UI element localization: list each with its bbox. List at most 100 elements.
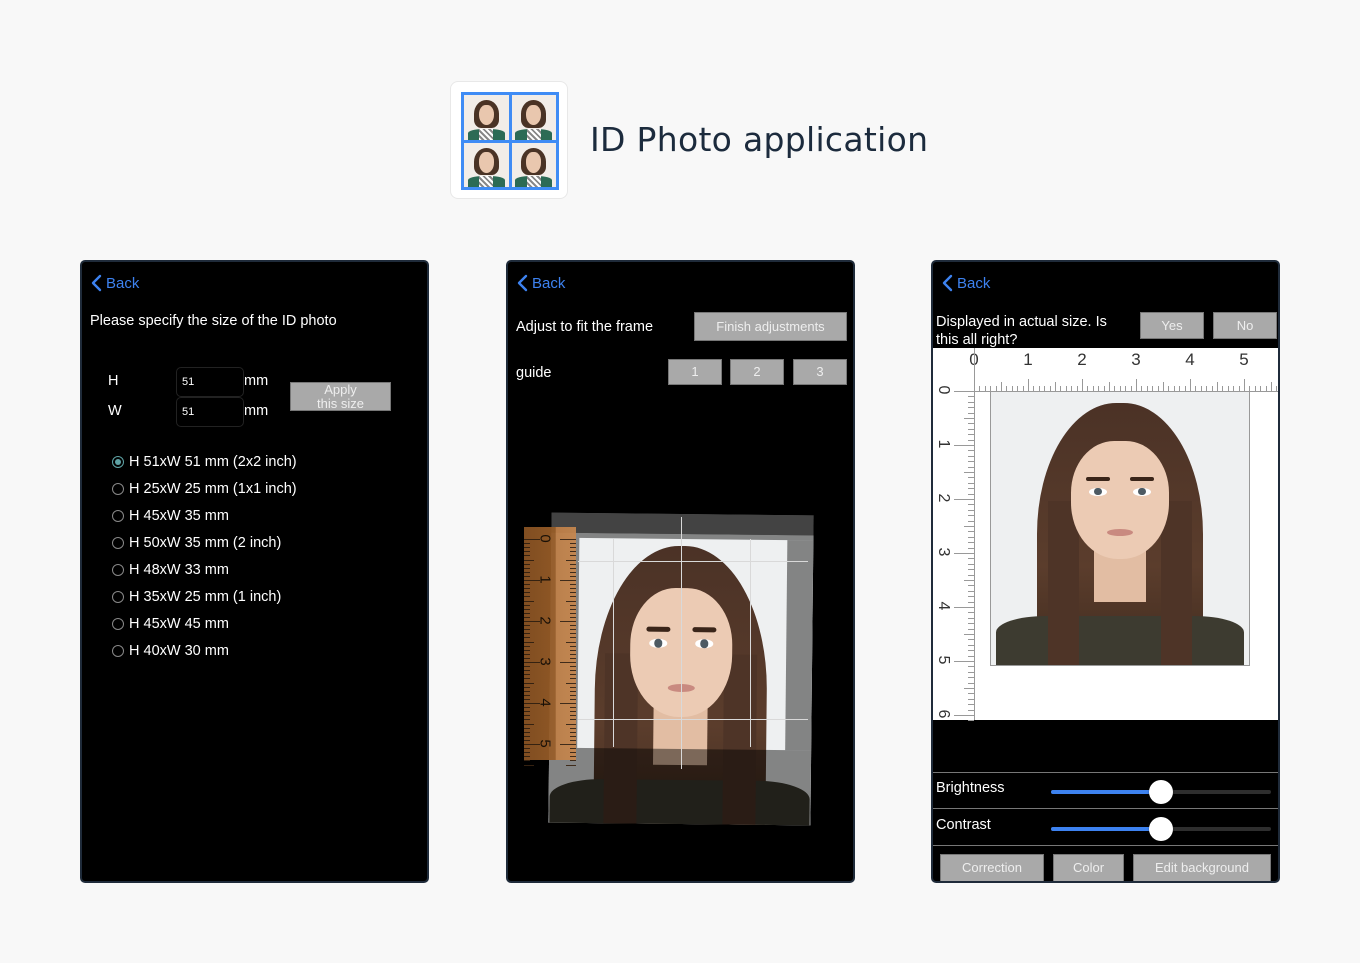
ruler-tick [524, 715, 530, 717]
ruler-tick [570, 670, 576, 672]
ruler-tick [570, 633, 576, 635]
size-option[interactable]: H 25xW 25 mm (1x1 inch) [112, 475, 297, 502]
back-label: Back [957, 274, 991, 292]
ruler-tick [570, 547, 576, 549]
ruler-tick [570, 584, 576, 586]
ruler-tick [560, 621, 576, 622]
ruler-tick [570, 760, 576, 762]
no-button[interactable]: No [1213, 312, 1277, 339]
ruler-number: 1 [1023, 350, 1033, 369]
height-unit: mm [244, 373, 269, 389]
ruler-tick [524, 653, 530, 655]
ruler-tick [524, 547, 530, 549]
radio-button[interactable] [112, 644, 124, 657]
ruler-tick [566, 723, 576, 725]
ruler-tick [570, 735, 576, 737]
screen-size-selection: Back Please specify the size of the ID p… [80, 260, 429, 883]
tab-color[interactable]: Color [1053, 854, 1124, 881]
ruler-number: 0 [935, 385, 952, 395]
ruler-tick [524, 735, 530, 737]
size-option-label: H 45xW 35 mm [129, 507, 229, 524]
ruler-tick [524, 756, 530, 758]
size-option[interactable]: H 50xW 35 mm (2 inch) [112, 529, 297, 556]
size-option[interactable]: H 45xW 35 mm [112, 502, 297, 529]
tab-edit-background[interactable]: Edit background [1133, 854, 1271, 881]
ruler-tick [524, 637, 530, 639]
mini-photo [511, 95, 556, 140]
radio-button[interactable] [112, 617, 124, 630]
tab-correction[interactable]: Correction [940, 854, 1044, 881]
ruler-tick [524, 731, 530, 733]
guide-button-1[interactable]: 1 [668, 359, 722, 385]
ruler-tick [964, 526, 974, 527]
ruler-tick [524, 711, 530, 713]
ruler-tick [570, 612, 576, 614]
ruler-tick [524, 600, 534, 602]
ruler-tick [524, 584, 530, 586]
measuring-ruler[interactable]: 0 1 2 3 4 5 [524, 527, 576, 766]
ruler-tick [570, 739, 576, 741]
ruler-tick [524, 682, 534, 684]
radio-button[interactable] [112, 509, 124, 522]
size-option[interactable]: H 48xW 33 mm [112, 556, 297, 583]
back-button[interactable]: Back [90, 274, 139, 292]
ruler-tick [524, 588, 530, 590]
ruler-tick [524, 571, 530, 573]
ruler-tick [1109, 382, 1110, 391]
app-title: ID Photo application [590, 120, 929, 159]
guide-button-3[interactable]: 3 [793, 359, 847, 385]
back-button[interactable]: Back [941, 274, 990, 292]
ruler-tick [524, 596, 530, 598]
ruler-tick [570, 686, 576, 688]
ruler-tick [1136, 379, 1137, 391]
radio-button[interactable] [112, 482, 124, 495]
ruler-tick [560, 662, 576, 663]
radio-button[interactable] [112, 590, 124, 603]
radio-button[interactable] [112, 563, 124, 576]
ruler-tick [524, 592, 530, 594]
ruler-tick [570, 571, 576, 573]
yes-button[interactable]: Yes [1140, 312, 1204, 339]
ruler-tick [524, 760, 530, 762]
size-option-label: H 50xW 35 mm (2 inch) [129, 534, 282, 551]
ruler-number: 4 [1185, 350, 1195, 369]
finish-adjustments-button[interactable]: Finish adjustments [694, 312, 847, 341]
contrast-slider[interactable] [1051, 817, 1271, 841]
ruler-tick [570, 690, 576, 692]
ruler-tick [1055, 382, 1056, 391]
brightness-label: Brightness [936, 780, 1005, 796]
size-option[interactable]: H 51xW 51 mm (2x2 inch) [112, 448, 297, 475]
photo-adjust-canvas[interactable]: 0 1 2 3 4 5 [522, 512, 814, 827]
ruler-tick [524, 670, 530, 672]
ruler-tick [570, 588, 576, 590]
back-label: Back [106, 274, 140, 292]
back-button[interactable]: Back [516, 274, 565, 292]
width-input[interactable]: 51 [176, 397, 244, 427]
outside-frame-mask [548, 747, 812, 826]
slider-thumb[interactable] [1149, 817, 1173, 841]
ruler-tick [954, 661, 974, 662]
ruler-number: 5 [536, 739, 554, 748]
ruler-tick [524, 551, 530, 553]
size-option-label: H 51xW 51 mm (2x2 inch) [129, 453, 297, 470]
height-input[interactable]: 51 [176, 367, 244, 397]
chevron-left-icon [942, 274, 953, 292]
brightness-slider[interactable] [1051, 780, 1271, 804]
radio-button[interactable] [112, 536, 124, 549]
ruler-tick [524, 739, 530, 741]
ruler-number: 5 [935, 655, 952, 665]
slider-thumb[interactable] [1149, 780, 1173, 804]
slider-fill [1051, 827, 1161, 831]
ruler-tick [524, 633, 530, 635]
size-option[interactable]: H 45xW 45 mm [112, 610, 297, 637]
size-option[interactable]: H 40xW 30 mm [112, 637, 297, 664]
ruler-tick [570, 698, 576, 700]
guide-button-2[interactable]: 2 [730, 359, 784, 385]
size-option[interactable]: H 35xW 25 mm (1 inch) [112, 583, 297, 610]
apply-size-button[interactable]: Apply this size [290, 382, 391, 411]
radio-button[interactable] [112, 455, 124, 468]
ruler-tick [570, 604, 576, 606]
ruler-tick [566, 559, 576, 561]
id-photo-sheet-icon [461, 92, 559, 190]
size-option-label: H 48xW 33 mm [129, 561, 229, 578]
